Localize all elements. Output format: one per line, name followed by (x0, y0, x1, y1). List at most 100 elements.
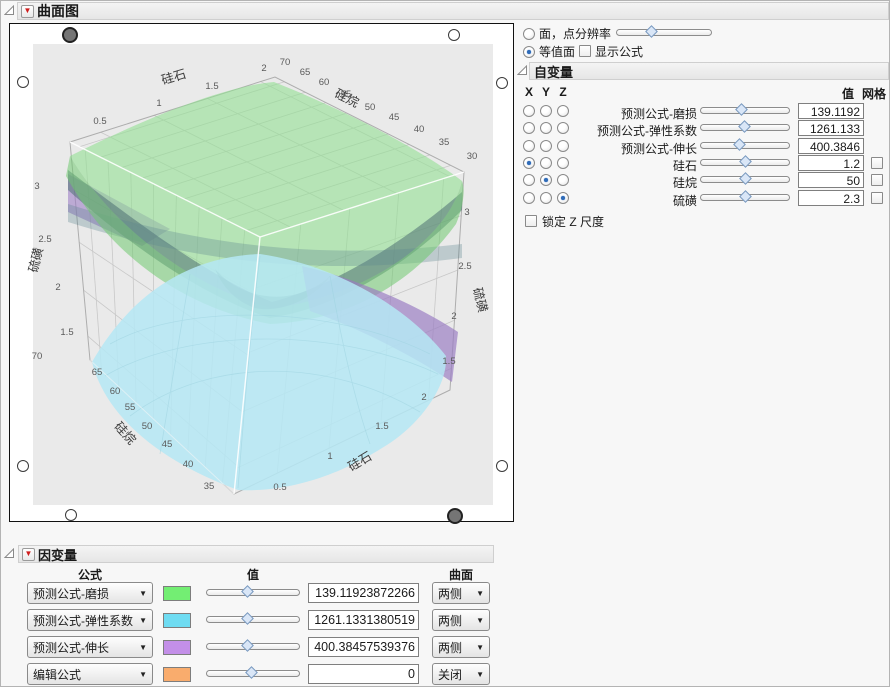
grid-checkbox[interactable] (871, 174, 883, 186)
dependent-section-header: ▼ 因变量 (18, 545, 494, 563)
plot-handle-top-right[interactable] (448, 29, 460, 41)
dependent-value-box[interactable]: 139.11923872266 (308, 583, 419, 603)
plot-handle-left-upper[interactable] (17, 76, 29, 88)
surface-color-swatch[interactable] (163, 586, 191, 601)
x-radio[interactable] (523, 174, 535, 186)
plot-handle-left-lower[interactable] (17, 460, 29, 472)
grid-checkbox[interactable] (871, 157, 883, 169)
variable-slider[interactable] (700, 104, 790, 118)
svg-text:2.5: 2.5 (458, 261, 471, 272)
surface-plot-window: ▼ 曲面图 (0, 0, 890, 687)
x-radio[interactable] (523, 105, 535, 117)
formula-dropdown-label: 预测公式-弹性系数 (33, 612, 135, 629)
surface-mode-label: 关闭 (438, 666, 472, 683)
formula-dropdown[interactable]: 预测公式-弹性系数 ▼ (27, 609, 153, 631)
formula-dropdown[interactable]: 预测公式-伸长 ▼ (27, 636, 153, 658)
plot-handle-right-lower[interactable] (496, 460, 508, 472)
col-header-grid: 网格 (859, 85, 889, 102)
surface-color-swatch[interactable] (163, 640, 191, 655)
outline-title-bar: ▼ 曲面图 (17, 2, 889, 20)
lock-z-checkbox[interactable] (525, 215, 537, 227)
col-header-surface: 曲面 (432, 566, 490, 583)
dependent-value-slider[interactable] (206, 586, 300, 600)
chevron-down-icon: ▼ (476, 616, 484, 625)
dependent-red-triangle-menu-button[interactable]: ▼ (22, 548, 35, 561)
y-radio[interactable] (540, 157, 552, 169)
z-radio[interactable] (557, 192, 569, 204)
formula-dropdown[interactable]: 编辑公式 ▼ (27, 663, 153, 685)
svg-text:65: 65 (92, 367, 103, 378)
dependent-formula-row: 预测公式-弹性系数 ▼ 1261.1331380519 两侧 ▼ (1, 609, 514, 633)
z-radio[interactable] (557, 122, 569, 134)
variable-value-box[interactable]: 400.3846 (798, 138, 864, 154)
z-radio[interactable] (557, 105, 569, 117)
independent-variable-row: 预测公式-弹性系数 1261.133 (519, 121, 890, 138)
x-radio[interactable] (523, 122, 535, 134)
surface-mode-dropdown[interactable]: 两侧 ▼ (432, 636, 490, 658)
x-radio[interactable] (523, 157, 535, 169)
svg-text:30: 30 (467, 151, 478, 162)
dependent-value-box[interactable]: 0 (308, 664, 419, 684)
svg-text:2.5: 2.5 (38, 234, 51, 245)
dependent-value-box[interactable]: 400.38457539376 (308, 637, 419, 657)
surface-mode-dropdown[interactable]: 两侧 ▼ (432, 609, 490, 631)
svg-text:1.5: 1.5 (442, 356, 455, 367)
x-radio[interactable] (523, 192, 535, 204)
dependent-value-box[interactable]: 1261.1331380519 (308, 610, 419, 630)
svg-text:1: 1 (156, 98, 161, 109)
plot-handle-bottom-left[interactable] (65, 509, 77, 521)
chevron-down-icon: ▼ (476, 589, 484, 598)
surface-mode-dropdown[interactable]: 关闭 ▼ (432, 663, 490, 685)
resolution-radio[interactable] (523, 28, 535, 40)
y-radio[interactable] (540, 140, 552, 152)
dependent-disclosure-triangle[interactable] (4, 548, 15, 559)
y-radio[interactable] (540, 174, 552, 186)
variable-slider[interactable] (700, 121, 790, 135)
isosurface-radio[interactable] (523, 46, 535, 58)
plot-handle-right-upper[interactable] (496, 77, 508, 89)
z-radio[interactable] (557, 140, 569, 152)
surface-plot-3d[interactable]: 0.511.52硅石706560555045403530硅烷32.521.5硫磺… (10, 24, 513, 521)
dependent-value-slider[interactable] (206, 613, 300, 627)
surface-mode-dropdown[interactable]: 两侧 ▼ (432, 582, 490, 604)
x-radio[interactable] (523, 140, 535, 152)
plot-handle-filled-top-left[interactable] (62, 27, 78, 43)
independent-disclosure-triangle[interactable] (517, 65, 528, 76)
y-radio[interactable] (540, 192, 552, 204)
variable-value-box[interactable]: 1261.133 (798, 120, 864, 136)
slider-thumb[interactable] (738, 120, 751, 133)
variable-slider[interactable] (700, 156, 790, 170)
surface-color-swatch[interactable] (163, 613, 191, 628)
svg-text:0.5: 0.5 (273, 482, 286, 493)
variable-slider[interactable] (700, 139, 790, 153)
z-radio[interactable] (557, 174, 569, 186)
variable-value-box[interactable]: 1.2 (798, 155, 864, 171)
red-triangle-icon: ▼ (25, 550, 33, 558)
show-formula-label: 显示公式 (595, 43, 643, 60)
col-header-x: X (522, 85, 536, 99)
slider-thumb[interactable] (739, 172, 752, 185)
dependent-value-slider[interactable] (206, 640, 300, 654)
variable-slider[interactable] (700, 191, 790, 205)
svg-text:2: 2 (451, 311, 456, 322)
formula-dropdown-label: 预测公式-伸长 (33, 639, 135, 656)
variable-value-box[interactable]: 139.1192 (798, 103, 864, 119)
red-triangle-menu-button[interactable]: ▼ (21, 5, 34, 18)
formula-dropdown[interactable]: 预测公式-磨损 ▼ (27, 582, 153, 604)
y-radio[interactable] (540, 105, 552, 117)
variable-value-box[interactable]: 2.3 (798, 190, 864, 206)
col-header-dep-value: 值 (206, 566, 300, 583)
surface-color-swatch[interactable] (163, 667, 191, 682)
svg-text:1: 1 (327, 451, 332, 462)
grid-checkbox[interactable] (871, 192, 883, 204)
variable-slider[interactable] (700, 173, 790, 187)
z-radio[interactable] (557, 157, 569, 169)
dependent-value-slider[interactable] (206, 667, 300, 681)
show-formula-checkbox[interactable] (579, 45, 591, 57)
variable-label: 硅石 (575, 157, 697, 174)
disclosure-triangle[interactable] (4, 5, 15, 16)
y-radio[interactable] (540, 122, 552, 134)
variable-value-box[interactable]: 50 (798, 172, 864, 188)
resolution-slider[interactable] (616, 26, 712, 40)
plot-handle-filled-bottom-right[interactable] (447, 508, 463, 524)
